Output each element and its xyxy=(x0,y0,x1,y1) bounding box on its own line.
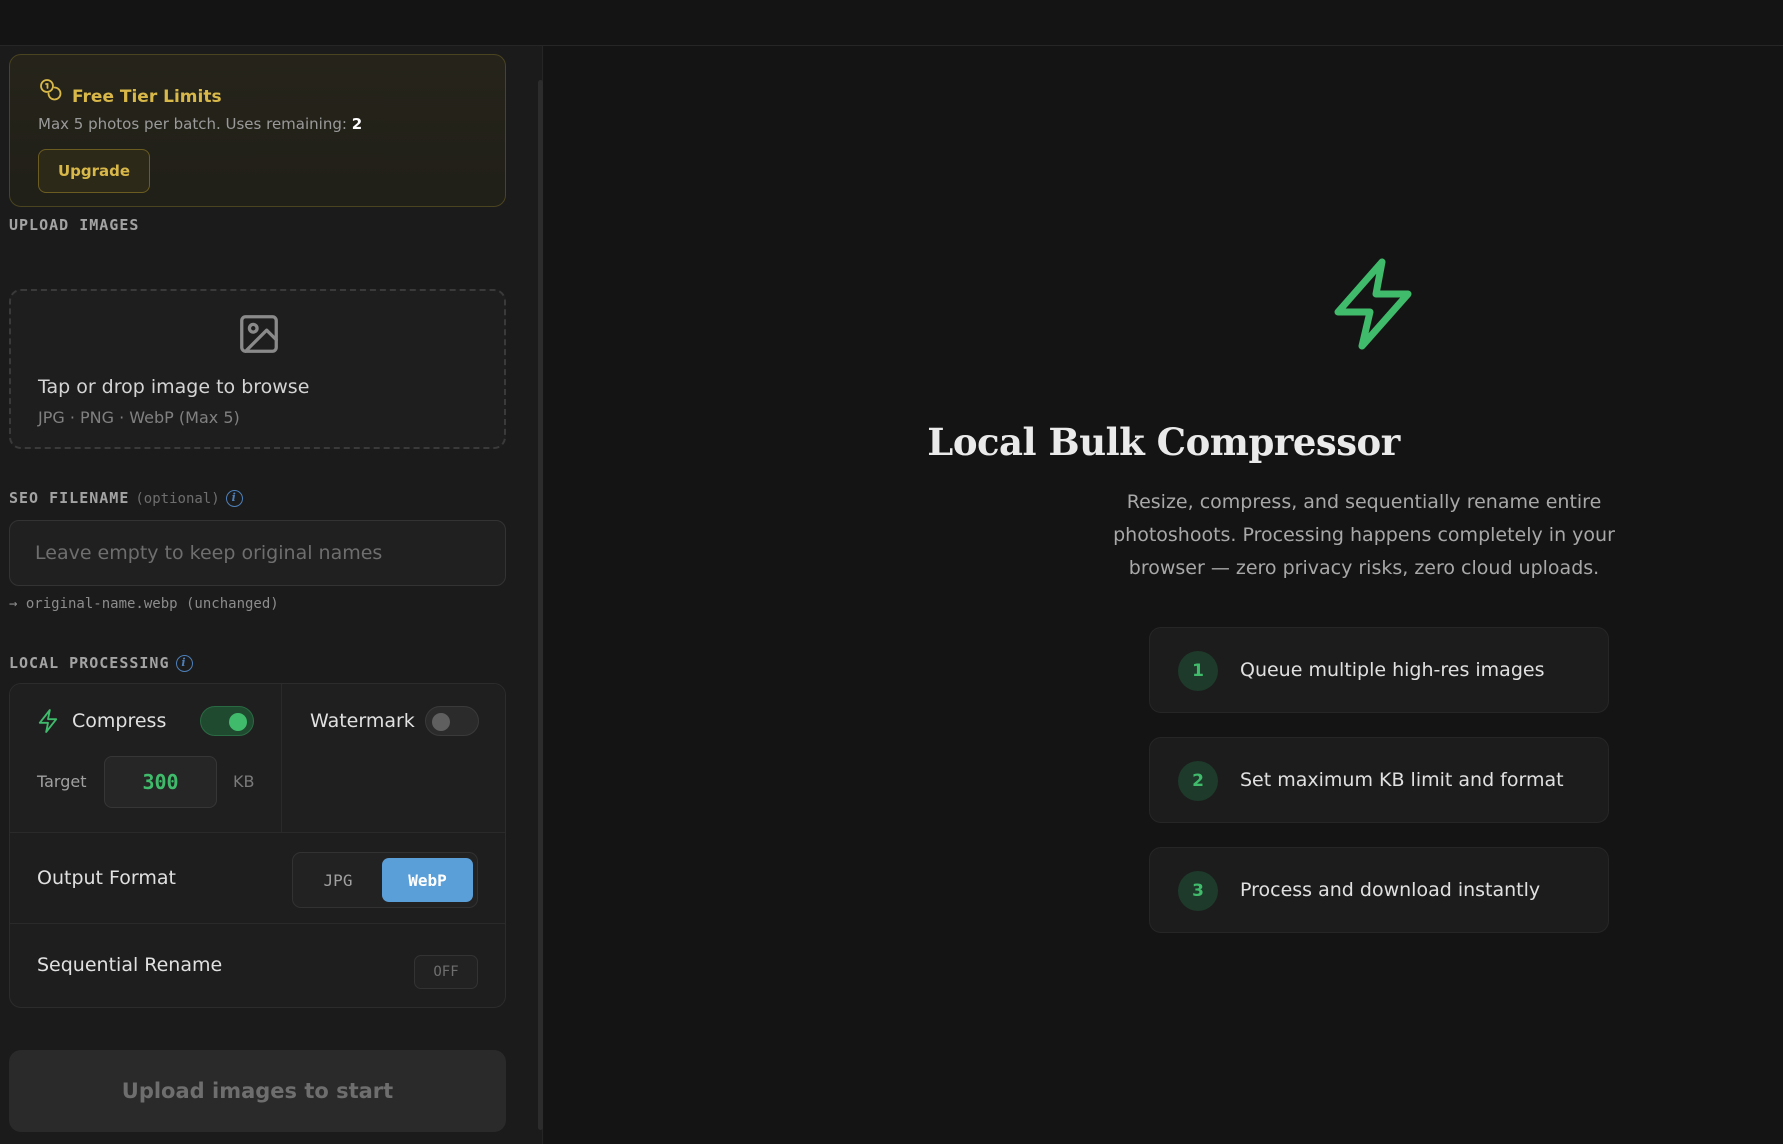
start-button[interactable]: Upload images to start xyxy=(9,1050,506,1132)
tier-description: Max 5 photos per batch. Uses remaining: … xyxy=(38,115,363,133)
upload-section-label: UPLOAD IMAGES xyxy=(9,216,140,234)
sequential-rename-label: Sequential Rename xyxy=(37,954,223,976)
format-jpg-button[interactable]: JPG xyxy=(298,858,378,902)
watermark-label: Watermark xyxy=(310,710,415,732)
sequential-rename-toggle[interactable]: OFF xyxy=(414,955,478,989)
seo-info-icon[interactable]: i xyxy=(225,490,243,507)
step-number: 3 xyxy=(1178,871,1218,911)
processing-section-label: LOCAL PROCESSING i xyxy=(9,654,193,672)
compress-toggle[interactable] xyxy=(200,706,254,736)
free-tier-card: Free Tier Limits Max 5 photos per batch.… xyxy=(9,54,506,207)
upload-dropzone[interactable]: Tap or drop image to browse JPG · PNG · … xyxy=(9,289,506,449)
processing-info-icon[interactable]: i xyxy=(175,655,193,672)
dropzone-title: Tap or drop image to browse xyxy=(38,376,310,398)
step-card: 1 Queue multiple high-res images xyxy=(1149,627,1609,713)
step-text: Set maximum KB limit and format xyxy=(1240,769,1564,791)
seo-section-label: SEO FILENAME (optional) i xyxy=(9,489,243,507)
filename-preview: → original-name.webp (unchanged) xyxy=(9,596,279,612)
step-number: 2 xyxy=(1178,761,1218,801)
output-format-label: Output Format xyxy=(37,867,176,889)
step-number: 1 xyxy=(1178,651,1218,691)
target-kb-input[interactable] xyxy=(104,756,217,808)
dropzone-subtitle: JPG · PNG · WebP (Max 5) xyxy=(38,408,240,427)
coins-icon xyxy=(40,79,62,101)
format-webp-button[interactable]: WebP xyxy=(382,858,473,902)
step-card: 3 Process and download instantly xyxy=(1149,847,1609,933)
lightning-bolt-icon xyxy=(1334,258,1412,350)
watermark-toggle[interactable] xyxy=(425,706,479,736)
target-unit: KB xyxy=(233,772,255,791)
upgrade-button[interactable]: Upgrade xyxy=(38,149,150,193)
hero-title: Local Bulk Compressor xyxy=(927,420,1400,464)
sidebar-scrollbar[interactable] xyxy=(538,80,543,1130)
seo-filename-input[interactable] xyxy=(9,520,506,586)
uses-remaining: 2 xyxy=(351,115,363,133)
target-label: Target xyxy=(37,772,87,791)
compress-label: Compress xyxy=(72,710,167,732)
format-selector: JPG WebP xyxy=(292,852,478,908)
image-icon xyxy=(240,315,278,353)
step-card: 2 Set maximum KB limit and format xyxy=(1149,737,1609,823)
step-text: Process and download instantly xyxy=(1240,879,1541,901)
compress-panel: Compress Target KB xyxy=(10,684,282,832)
watermark-panel: Watermark xyxy=(282,684,505,832)
optional-label: (optional) xyxy=(135,491,220,507)
main-panel: Local Bulk Compressor Resize, compress, … xyxy=(544,46,1783,1144)
bolt-icon xyxy=(38,709,58,733)
top-bar xyxy=(0,0,1783,46)
sidebar: Free Tier Limits Max 5 photos per batch.… xyxy=(0,46,543,1144)
step-text: Queue multiple high-res images xyxy=(1240,659,1545,681)
hero-description: Resize, compress, and sequentially renam… xyxy=(1113,491,1615,579)
processing-card: Compress Target KB Watermark Output Form… xyxy=(9,683,506,1008)
tier-title: Free Tier Limits xyxy=(72,87,222,107)
